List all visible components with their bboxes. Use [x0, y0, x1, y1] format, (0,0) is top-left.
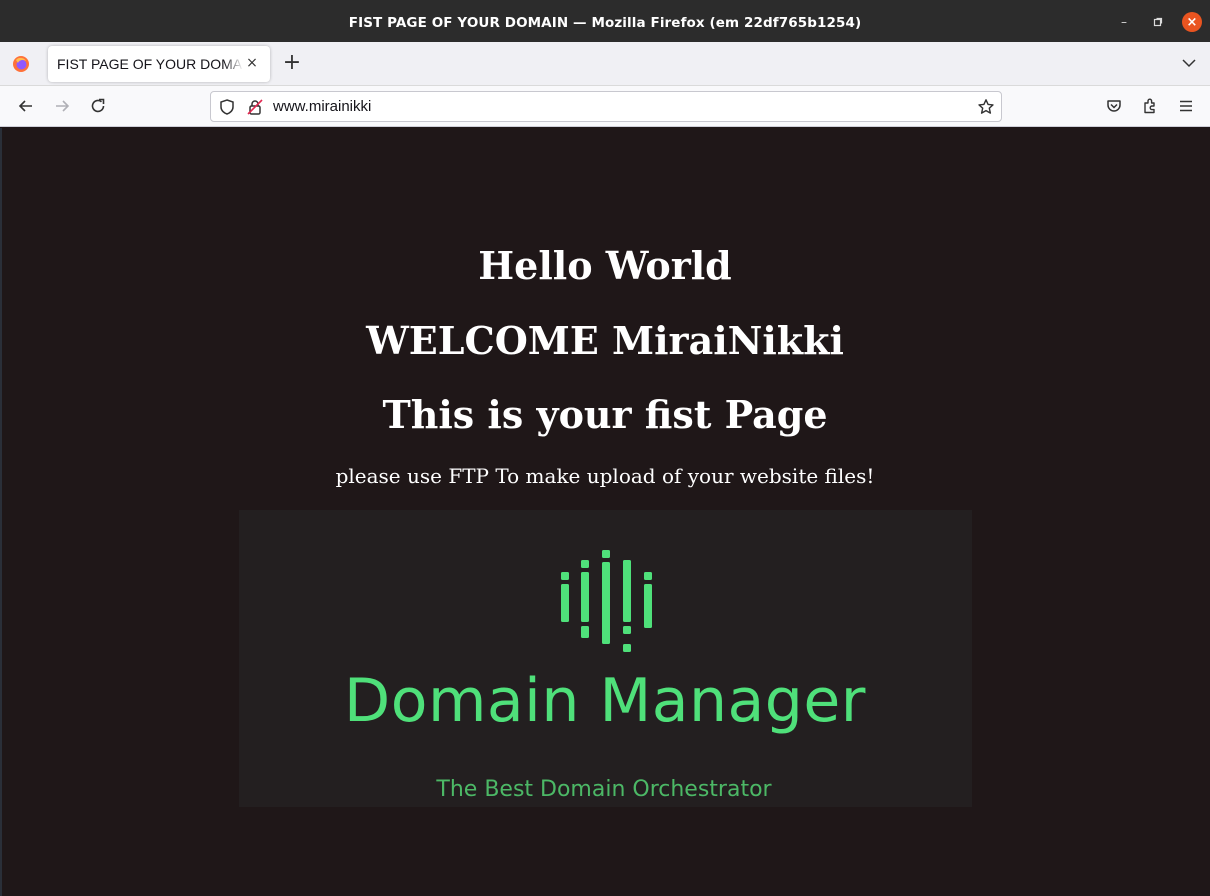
brand-name: Domain Manager	[344, 666, 866, 736]
navigation-toolbar: www.mirainikki	[0, 86, 1210, 127]
heading-welcome: WELCOME MiraiNikki	[366, 318, 844, 363]
tab-strip: FIST PAGE OF YOUR DOMAIN × +	[0, 42, 1210, 86]
url-text[interactable]: www.mirainikki	[273, 98, 371, 115]
minimize-icon[interactable]: –	[1114, 12, 1134, 32]
firefox-logo-icon	[13, 56, 29, 72]
ftp-instructions: please use FTP To make upload of your we…	[335, 464, 875, 488]
maximize-icon[interactable]	[1148, 12, 1168, 32]
reload-icon[interactable]	[89, 97, 107, 115]
new-tab-icon[interactable]: +	[282, 52, 302, 74]
shield-icon[interactable]	[218, 98, 236, 116]
heading-first-page: This is your fist Page	[382, 392, 828, 437]
window-controls: – ×	[1114, 12, 1202, 32]
tab-close-icon[interactable]: ×	[244, 55, 260, 71]
forward-icon[interactable]	[53, 97, 71, 115]
close-icon[interactable]: ×	[1182, 12, 1202, 32]
brand-tagline: The Best Domain Orchestrator	[436, 777, 772, 802]
window-titlebar: FIST PAGE OF YOUR DOMAIN — Mozilla Firef…	[0, 0, 1210, 45]
heading-hello-world: Hello World	[478, 243, 732, 288]
tab-label: FIST PAGE OF YOUR DOMAIN	[57, 56, 243, 72]
bookmark-star-icon[interactable]	[977, 98, 995, 116]
menu-icon[interactable]	[1177, 97, 1195, 115]
back-icon[interactable]	[17, 97, 35, 115]
domain-manager-logo-icon	[561, 550, 652, 652]
insecure-lock-icon[interactable]	[246, 98, 264, 116]
url-bar[interactable]: www.mirainikki	[210, 91, 1002, 122]
window-title: FIST PAGE OF YOUR DOMAIN — Mozilla Firef…	[348, 14, 862, 31]
pocket-icon[interactable]	[1105, 97, 1123, 115]
tab-active[interactable]: FIST PAGE OF YOUR DOMAIN ×	[48, 46, 270, 82]
extensions-icon[interactable]	[1141, 97, 1159, 115]
domain-manager-banner	[239, 510, 972, 807]
list-all-tabs-icon[interactable]	[1180, 54, 1198, 72]
